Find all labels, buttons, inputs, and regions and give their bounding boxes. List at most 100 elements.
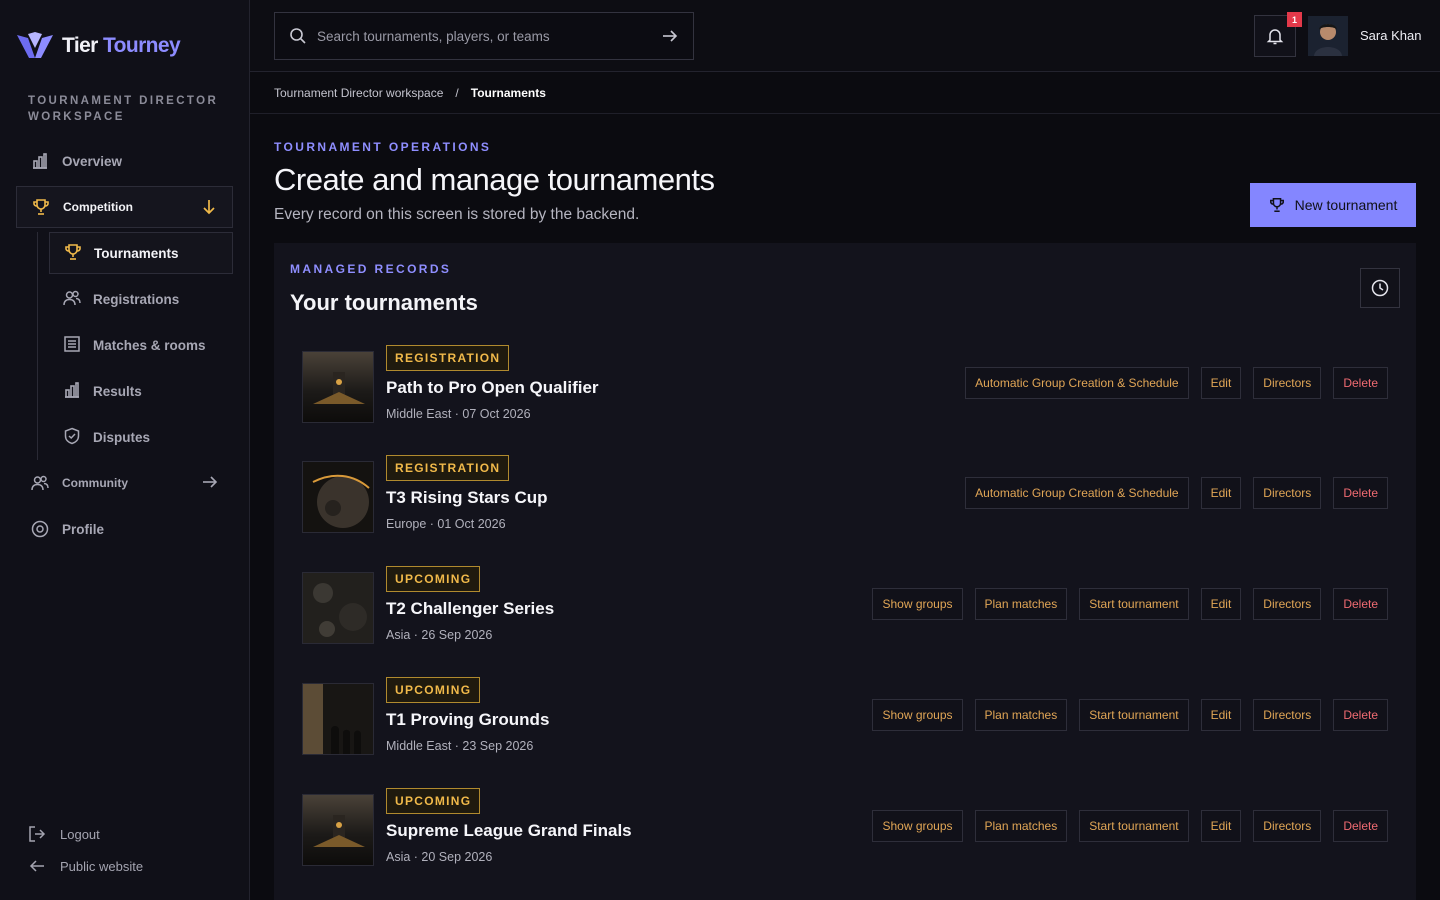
sidebar-item-community[interactable]: Community [16,462,233,504]
edit-button[interactable]: Edit [1200,699,1242,731]
row-actions: Show groups Plan matches Start tournamen… [872,699,1388,731]
tournament-meta: Middle East · 07 Oct 2026 [386,407,531,421]
directors-button[interactable]: Directors [1253,588,1322,620]
new-tournament-button[interactable]: New tournament [1250,183,1416,227]
settings-icon [30,519,50,539]
plan-matches-button[interactable]: Plan matches [974,699,1068,731]
trophy-icon [64,243,82,264]
delete-button[interactable]: Delete [1333,477,1388,509]
delete-button[interactable]: Delete [1333,699,1388,731]
show-groups-button[interactable]: Show groups [872,588,963,620]
section-eyebrow: TOURNAMENT OPERATIONS [274,140,492,154]
sidebar-item-overview[interactable]: Overview [16,140,233,182]
logout-link[interactable]: Logout [28,825,100,843]
sidebar-item-competition[interactable]: Competition [16,186,233,228]
directors-button[interactable]: Directors [1253,477,1322,509]
status-badge: UPCOMING [386,677,481,703]
sidebar-item-profile[interactable]: Profile [16,508,233,550]
sidebar-item-label: Community [62,476,128,490]
show-groups-button[interactable]: Show groups [872,699,963,731]
delete-button[interactable]: Delete [1333,810,1388,842]
start-tournament-button[interactable]: Start tournament [1079,810,1189,842]
bar-chart-icon [63,381,81,402]
edit-button[interactable]: Edit [1200,588,1242,620]
tournament-row[interactable]: UPCOMING T1 Proving Grounds Middle East … [302,677,1388,767]
tournament-row[interactable]: UPCOMING Supreme League Grand Finals Asi… [302,788,1388,878]
bar-chart-icon [30,151,50,171]
status-badge: UPCOMING [386,566,481,592]
row-actions: Automatic Group Creation & Schedule Edit… [965,367,1388,399]
breadcrumb-parent[interactable]: Tournament Director workspace [274,86,443,100]
sidebar-item-label: Matches & rooms [93,337,206,353]
search-bar[interactable] [274,12,694,60]
shield-icon [63,427,81,448]
tournament-name[interactable]: T3 Rising Stars Cup [386,488,548,508]
edit-button[interactable]: Edit [1200,477,1242,509]
edit-button[interactable]: Edit [1200,810,1242,842]
auto-group-schedule-button[interactable]: Automatic Group Creation & Schedule [965,477,1189,509]
tournament-name[interactable]: T2 Challenger Series [386,599,554,619]
delete-button[interactable]: Delete [1333,367,1388,399]
trophy-icon [31,197,51,217]
search-submit-arrow-icon[interactable] [661,27,679,45]
page-title: Create and manage tournaments [274,162,715,197]
bell-icon [1266,29,1284,45]
tournament-name[interactable]: Path to Pro Open Qualifier [386,378,599,398]
avatar[interactable] [1308,16,1348,56]
tournament-name[interactable]: Supreme League Grand Finals [386,821,632,841]
list-icon [63,335,81,356]
tournaments-panel: MANAGED RECORDS Your tournaments REGISTR… [274,243,1416,900]
status-badge: UPCOMING [386,788,481,814]
trophy-icon [1269,198,1284,212]
status-badge: REGISTRATION [386,455,510,481]
sidebar-item-disputes[interactable]: Disputes [49,416,233,458]
submenu-guide-line [37,232,38,460]
sidebar-item-tournaments[interactable]: Tournaments [49,232,233,274]
breadcrumb: Tournament Director workspace / Tourname… [274,86,546,100]
tournament-thumbnail [302,794,374,866]
auto-group-schedule-button[interactable]: Automatic Group Creation & Schedule [965,367,1189,399]
tournament-meta: Middle East · 23 Sep 2026 [386,739,534,753]
page-subtitle: Every record on this screen is stored by… [274,206,640,223]
panel-title: Your tournaments [290,290,478,315]
notifications-button[interactable]: 1 [1254,12,1302,57]
delete-button[interactable]: Delete [1333,588,1388,620]
panel-eyebrow: MANAGED RECORDS [290,262,452,276]
row-actions: Automatic Group Creation & Schedule Edit… [965,477,1388,509]
brand[interactable]: Tier Tourney [16,30,181,62]
show-groups-button[interactable]: Show groups [872,810,963,842]
tournament-row[interactable]: REGISTRATION T3 Rising Stars Cup Europe … [302,455,1388,545]
plan-matches-button[interactable]: Plan matches [974,810,1068,842]
search-icon [290,28,306,44]
edit-button[interactable]: Edit [1200,367,1242,399]
directors-button[interactable]: Directors [1253,699,1322,731]
public-website-link[interactable]: Public website [28,857,143,875]
new-tournament-label: New tournament [1294,197,1398,213]
sidebar-item-matches-rooms[interactable]: Matches & rooms [49,324,233,366]
search-input[interactable] [317,28,651,44]
start-tournament-button[interactable]: Start tournament [1079,699,1189,731]
directors-button[interactable]: Directors [1253,810,1322,842]
status-badge: REGISTRATION [386,345,510,371]
sidebar-item-registrations[interactable]: Registrations [49,278,233,320]
tournament-thumbnail [302,351,374,423]
notification-count-badge: 1 [1287,12,1302,27]
logout-label: Logout [60,826,100,842]
start-tournament-button[interactable]: Start tournament [1079,588,1189,620]
public-website-label: Public website [60,858,144,874]
user-name[interactable]: Sara Khan [1360,28,1421,43]
sidebar-item-results[interactable]: Results [49,370,233,412]
history-button[interactable] [1360,268,1400,308]
logout-icon [29,826,46,842]
tournament-meta: Europe · 01 Oct 2026 [386,517,506,531]
row-actions: Show groups Plan matches Start tournamen… [872,588,1388,620]
directors-button[interactable]: Directors [1253,367,1322,399]
tournament-name[interactable]: T1 Proving Grounds [386,710,549,730]
sidebar-item-label: Tournaments [94,245,179,261]
plan-matches-button[interactable]: Plan matches [974,588,1068,620]
topbar: 1 Sara Khan [250,0,1440,72]
sidebar: Tier Tourney TOURNAMENT DIRECTOR WORKSPA… [0,0,250,900]
workspace-label: TOURNAMENT DIRECTOR WORKSPACE [28,95,219,123]
tournament-row[interactable]: REGISTRATION Path to Pro Open Qualifier … [302,345,1388,435]
tournament-row[interactable]: UPCOMING T2 Challenger Series Asia · 26 … [302,566,1388,656]
